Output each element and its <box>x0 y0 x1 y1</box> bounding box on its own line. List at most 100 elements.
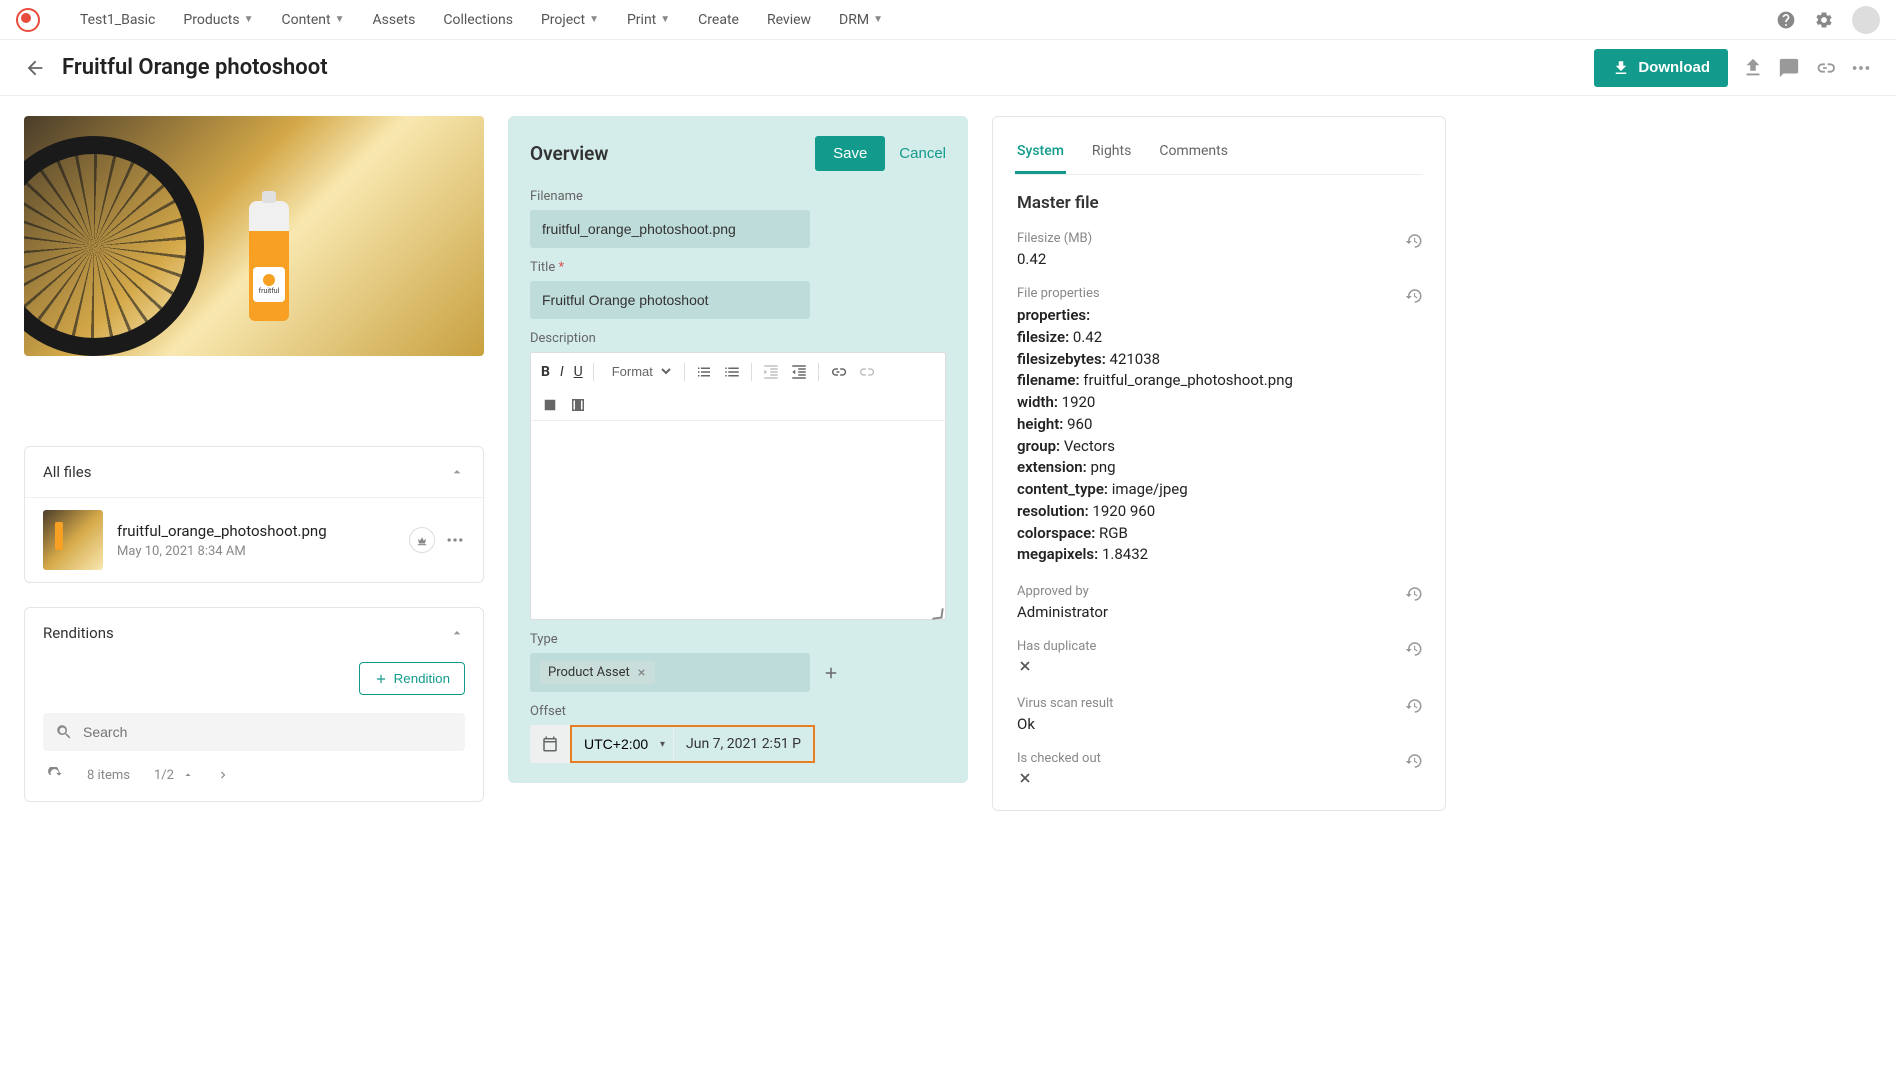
nav-item-test1-basic[interactable]: Test1_Basic <box>80 12 155 28</box>
renditions-card: Renditions Rendition 8 items 1/2 <box>24 607 484 802</box>
help-icon[interactable] <box>1776 10 1796 30</box>
add-rendition-button[interactable]: Rendition <box>359 662 465 695</box>
download-button[interactable]: Download <box>1594 49 1728 87</box>
file-more-icon[interactable] <box>445 530 465 550</box>
resize-handle[interactable] <box>931 607 943 619</box>
nav-item-review[interactable]: Review <box>767 12 811 28</box>
history-icon[interactable] <box>1405 287 1423 305</box>
cancel-button[interactable]: Cancel <box>899 145 946 162</box>
pager-up-icon[interactable] <box>182 769 194 781</box>
virus-value: Ok <box>1017 715 1423 733</box>
left-column: fruitful All files fruitful_orange_photo… <box>24 116 484 826</box>
more-icon[interactable] <box>1850 57 1872 79</box>
pager-next-icon[interactable] <box>216 768 230 782</box>
comment-icon[interactable] <box>1778 57 1800 79</box>
bold-icon[interactable]: B <box>541 364 550 380</box>
save-button[interactable]: Save <box>815 136 885 171</box>
nav-item-products[interactable]: Products▼ <box>183 12 253 28</box>
page-title: Fruitful Orange photoshoot <box>62 55 1594 80</box>
description-editor[interactable] <box>530 390 946 620</box>
indent-icon[interactable] <box>790 363 808 381</box>
refresh-icon[interactable] <box>47 767 63 783</box>
nav-item-collections[interactable]: Collections <box>443 12 513 28</box>
tab-system[interactable]: System <box>1015 137 1066 174</box>
caret-icon: ▼ <box>660 14 670 25</box>
timezone-select[interactable]: UTC+2:00 <box>572 727 673 761</box>
content: fruitful All files fruitful_orange_photo… <box>0 96 1470 846</box>
type-input[interactable]: Product Asset <box>530 653 810 692</box>
title-bar: Fruitful Orange photoshoot Download <box>0 40 1896 96</box>
calendar-button[interactable] <box>530 725 570 763</box>
link-tool-icon[interactable] <box>829 363 847 381</box>
type-label: Type <box>530 632 946 647</box>
nav-items: Test1_Basic Products▼ Content▼ Assets Collec… <box>80 12 1776 28</box>
filename-input[interactable] <box>530 210 810 248</box>
master-badge-icon <box>409 527 435 553</box>
asset-preview[interactable]: fruitful <box>24 116 484 356</box>
overview-panel: Overview Save Cancel Filename Title * De… <box>508 116 968 783</box>
title-actions: Download <box>1594 49 1872 87</box>
file-date: May 10, 2021 8:34 AM <box>117 544 395 559</box>
file-info: fruitful_orange_photoshoot.png May 10, 2… <box>117 522 395 559</box>
history-icon[interactable] <box>1405 752 1423 770</box>
x-icon <box>1017 770 1033 786</box>
details-panel: System Rights Comments Master file Files… <box>992 116 1446 811</box>
filesize-value: 0.42 <box>1017 250 1423 268</box>
underline-icon[interactable]: U <box>574 364 583 380</box>
type-tag: Product Asset <box>540 661 655 684</box>
all-files-title: All files <box>43 463 91 481</box>
offset-datetime[interactable]: Jun 7, 2021 2:51 P <box>674 736 813 752</box>
filesize-label: Filesize (MB) <box>1017 231 1092 246</box>
list-number-icon[interactable] <box>723 363 741 381</box>
nav-item-create[interactable]: Create <box>698 12 739 28</box>
image-tool-icon[interactable] <box>541 396 559 414</box>
history-icon[interactable] <box>1405 232 1423 250</box>
file-row[interactable]: fruitful_orange_photoshoot.png May 10, 2… <box>25 497 483 582</box>
nav-item-assets[interactable]: Assets <box>373 12 416 28</box>
file-thumbnail <box>43 510 103 570</box>
list-bullet-icon[interactable] <box>695 363 713 381</box>
renditions-header[interactable]: Renditions <box>25 608 483 658</box>
user-avatar[interactable] <box>1852 6 1880 34</box>
nav-item-project[interactable]: Project▼ <box>541 12 599 28</box>
pager-label: 1/2 <box>154 768 174 783</box>
nav-item-print[interactable]: Print▼ <box>627 12 670 28</box>
top-nav: Test1_Basic Products▼ Content▼ Assets Collec… <box>0 0 1896 40</box>
back-arrow-icon[interactable] <box>24 57 46 79</box>
tab-comments[interactable]: Comments <box>1157 137 1230 174</box>
duplicate-label: Has duplicate <box>1017 639 1096 654</box>
history-icon[interactable] <box>1405 697 1423 715</box>
gear-icon[interactable] <box>1814 10 1834 30</box>
tag-remove-icon[interactable] <box>636 667 647 678</box>
file-name: fruitful_orange_photoshoot.png <box>117 522 395 540</box>
caret-icon: ▼ <box>873 14 883 25</box>
rendition-count: 8 items <box>87 768 130 783</box>
chevron-up-icon <box>449 464 465 480</box>
rte-toolbar: B I U Format <box>530 352 946 390</box>
nav-item-content[interactable]: Content▼ <box>281 12 344 28</box>
rendition-search[interactable] <box>43 713 465 751</box>
add-type-icon[interactable] <box>822 664 840 682</box>
nav-icons <box>1776 6 1880 34</box>
title-input[interactable] <box>530 281 810 319</box>
overview-title: Overview <box>530 142 815 165</box>
format-select[interactable]: Format <box>604 361 674 382</box>
all-files-header[interactable]: All files <box>25 447 483 497</box>
fileprops-label: File properties <box>1017 286 1100 301</box>
caret-icon: ▼ <box>335 14 345 25</box>
history-icon[interactable] <box>1405 640 1423 658</box>
italic-icon[interactable]: I <box>560 364 564 380</box>
rendition-button-label: Rendition <box>394 671 450 686</box>
outdent-icon[interactable] <box>762 363 780 381</box>
unlink-icon[interactable] <box>857 363 875 381</box>
upload-icon[interactable] <box>1742 57 1764 79</box>
link-icon[interactable] <box>1814 57 1836 79</box>
rendition-search-input[interactable] <box>83 724 453 740</box>
app-logo[interactable] <box>16 8 40 32</box>
history-icon[interactable] <box>1405 585 1423 603</box>
video-tool-icon[interactable] <box>569 396 587 414</box>
nav-item-drm[interactable]: DRM▼ <box>839 12 883 28</box>
approved-value: Administrator <box>1017 603 1423 621</box>
details-tabs: System Rights Comments <box>1015 137 1423 175</box>
tab-rights[interactable]: Rights <box>1090 137 1133 174</box>
